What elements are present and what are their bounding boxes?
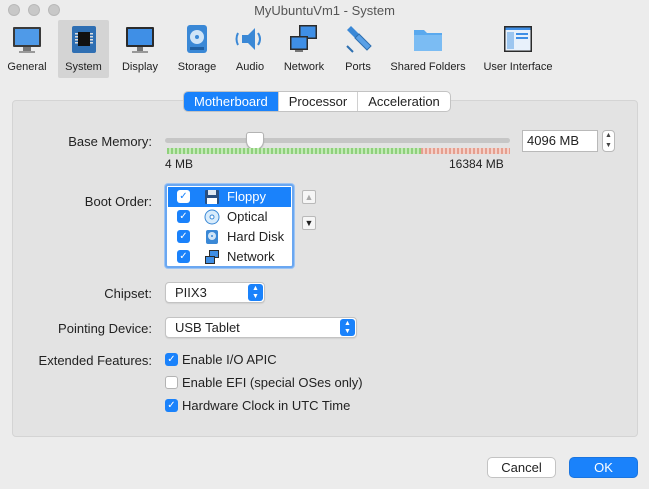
shared-folders-icon xyxy=(414,30,442,51)
storage-icon xyxy=(187,25,207,53)
toolbar-item-ports[interactable]: Ports xyxy=(337,20,379,78)
enable-efi-checkbox[interactable]: Enable EFI (special OSes only) xyxy=(165,375,375,391)
ok-button[interactable]: OK xyxy=(569,457,638,478)
boot-item-floppy[interactable]: ✓ Floppy xyxy=(168,187,291,207)
base-memory-label: Base Memory: xyxy=(68,134,152,149)
chevron-updown-icon: ▲ ▼ xyxy=(248,284,263,301)
boot-item-checkbox[interactable]: ✓ xyxy=(177,230,190,243)
optical-disc-icon xyxy=(204,209,220,225)
memory-min-label: 4 MB xyxy=(165,157,194,171)
stepper-down-icon[interactable]: ▼ xyxy=(603,141,614,151)
memory-max-label: 16384 MB xyxy=(449,157,504,171)
cancel-button[interactable]: Cancel xyxy=(487,457,556,478)
tab-motherboard[interactable]: Motherboard xyxy=(184,92,279,111)
network-adapter-icon xyxy=(205,250,219,264)
base-memory-field[interactable]: 4096 MB xyxy=(522,130,598,152)
tab-processor[interactable]: Processor xyxy=(279,92,359,111)
move-up-arrow-icon[interactable]: ▲ xyxy=(302,190,316,204)
checkbox-checked-icon[interactable]: ✓ xyxy=(165,353,178,366)
display-icon xyxy=(126,27,154,53)
memory-scale-unsafe xyxy=(421,148,510,154)
general-icon xyxy=(13,27,41,53)
boot-item-checkbox[interactable]: ✓ xyxy=(177,210,190,223)
toolbar-item-audio[interactable]: Audio xyxy=(229,20,271,78)
toolbar-item-shared-folders[interactable]: Shared Folders xyxy=(390,20,466,78)
system-icon xyxy=(71,26,96,53)
window-title: MyUbuntuVm1 - System xyxy=(254,3,395,18)
network-icon xyxy=(290,25,317,52)
memory-scale-safe xyxy=(167,148,421,154)
base-memory-slider-track[interactable] xyxy=(165,138,510,143)
boot-order-list[interactable]: ✓ Floppy ✓ Optical ✓ Hard Disk ✓ Network xyxy=(165,184,294,268)
pointing-device-label: Pointing Device: xyxy=(58,321,152,336)
move-down-arrow-icon[interactable]: ▼ xyxy=(302,216,316,230)
memory-scale xyxy=(167,148,510,154)
extended-features-label: Extended Features: xyxy=(38,353,152,368)
audio-icon xyxy=(235,28,261,50)
enable-io-apic-checkbox[interactable]: ✓ Enable I/O APIC xyxy=(165,352,365,368)
toolbar-item-user-interface[interactable]: User Interface xyxy=(482,20,554,78)
pointing-device-select[interactable]: USB Tablet ▲ ▼ xyxy=(165,317,357,338)
chipset-value: PIIX3 xyxy=(175,285,207,300)
boot-item-network[interactable]: ✓ Network xyxy=(168,247,291,267)
toolbar-item-network[interactable]: Network xyxy=(280,20,328,78)
checkbox-checked-icon[interactable]: ✓ xyxy=(165,399,178,412)
tab-acceleration[interactable]: Acceleration xyxy=(358,92,450,111)
user-interface-icon xyxy=(504,26,532,52)
checkbox-unchecked-icon[interactable] xyxy=(165,376,178,389)
toolbar-item-storage[interactable]: Storage xyxy=(173,20,221,78)
boot-order-label: Boot Order: xyxy=(84,194,152,209)
boot-item-checkbox[interactable]: ✓ xyxy=(177,250,190,263)
floppy-icon xyxy=(205,190,219,204)
hard-disk-icon xyxy=(206,230,218,244)
toolbar-item-system[interactable]: System xyxy=(58,20,109,78)
pointing-device-value: USB Tablet xyxy=(175,320,240,335)
settings-toolbar: General System Display Storage Audio Net… xyxy=(0,20,649,80)
toolbar-item-display[interactable]: Display xyxy=(116,20,164,78)
base-memory-stepper[interactable]: ▲ ▼ xyxy=(602,130,615,152)
toolbar-item-general[interactable]: General xyxy=(2,20,52,78)
boot-item-hard-disk[interactable]: ✓ Hard Disk xyxy=(168,227,291,247)
chipset-select[interactable]: PIIX3 ▲ ▼ xyxy=(165,282,265,303)
title-bar: MyUbuntuVm1 - System xyxy=(0,0,649,22)
chipset-label: Chipset: xyxy=(104,286,152,301)
chevron-updown-icon: ▲ ▼ xyxy=(340,319,355,336)
ports-icon xyxy=(346,26,372,53)
boot-item-checkbox[interactable]: ✓ xyxy=(177,190,190,203)
boot-item-optical[interactable]: ✓ Optical xyxy=(168,207,291,227)
stepper-up-icon[interactable]: ▲ xyxy=(603,131,614,141)
settings-window: MyUbuntuVm1 - System General System Disp… xyxy=(0,0,649,489)
tab-bar: Motherboard Processor Acceleration xyxy=(183,91,451,112)
hardware-clock-utc-checkbox[interactable]: ✓ Hardware Clock in UTC Time xyxy=(165,398,375,414)
